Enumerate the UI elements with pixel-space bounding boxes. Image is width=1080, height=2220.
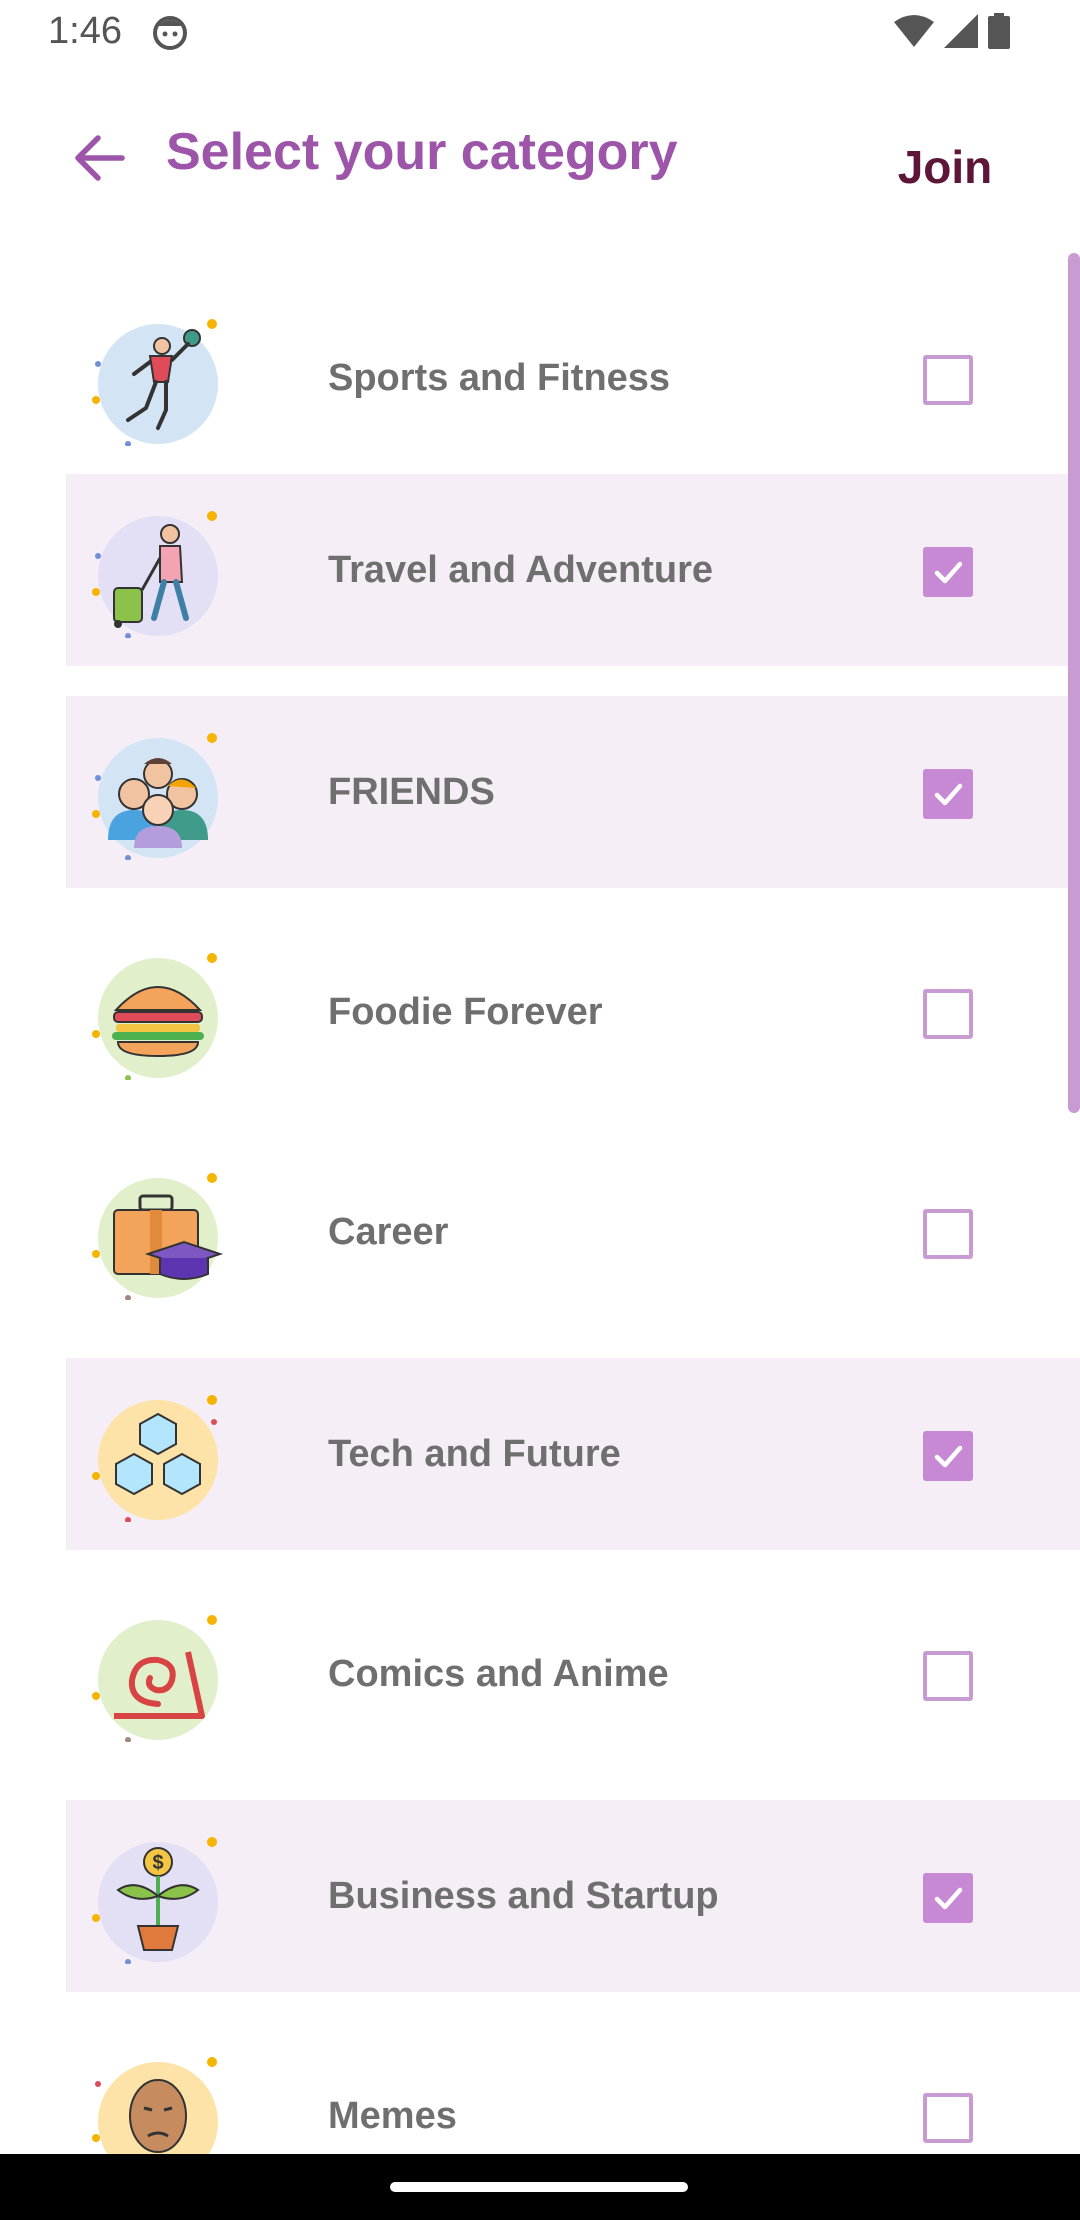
category-row[interactable]: Travel and Adventure xyxy=(66,474,1080,666)
list-scrollbar[interactable] xyxy=(1068,253,1080,1113)
category-label: Tech and Future xyxy=(328,1432,621,1475)
category-checkbox[interactable] xyxy=(923,547,973,597)
svg-text:$: $ xyxy=(152,1852,163,1874)
back-button[interactable] xyxy=(64,124,136,196)
category-checkbox[interactable] xyxy=(923,989,973,1039)
status-bar: 1:46 xyxy=(0,0,1080,66)
money-plant-icon: $ xyxy=(88,1834,228,1965)
category-checkbox[interactable] xyxy=(923,1431,973,1481)
category-label: FRIENDS xyxy=(328,770,495,813)
face-notification-icon xyxy=(152,14,188,50)
wifi-icon xyxy=(894,14,934,53)
checkmark-icon xyxy=(934,1887,963,1910)
home-gesture-handle[interactable] xyxy=(390,2182,688,2192)
checkmark-icon xyxy=(934,561,963,584)
system-navigation-bar xyxy=(0,2154,1080,2220)
briefcase-graduation-cap-icon xyxy=(88,1170,228,1301)
signal-icon xyxy=(944,13,978,53)
category-label: Sports and Fitness xyxy=(328,356,671,399)
join-button[interactable]: Join xyxy=(880,134,1010,200)
category-list[interactable]: Sports and Fitness Travel and Adventure xyxy=(0,250,1080,2154)
meme-face-icon xyxy=(88,2054,228,2154)
page-title: Select your category xyxy=(166,123,678,181)
status-time: 1:46 xyxy=(48,10,122,52)
category-checkbox[interactable] xyxy=(923,1873,973,1923)
battery-icon xyxy=(988,12,1010,54)
category-checkbox[interactable] xyxy=(923,2093,973,2143)
burger-icon xyxy=(88,950,228,1081)
category-label: Memes xyxy=(328,2094,457,2137)
category-checkbox[interactable] xyxy=(923,769,973,819)
category-row[interactable]: Sports and Fitness xyxy=(66,282,1080,474)
group-of-friends-icon xyxy=(88,730,228,861)
category-label: Career xyxy=(328,1210,449,1253)
cubes-icon xyxy=(88,1392,228,1523)
category-label: Foodie Forever xyxy=(328,990,603,1033)
category-row[interactable]: FRIENDS xyxy=(66,696,1080,888)
category-label: Travel and Adventure xyxy=(328,548,714,591)
category-checkbox[interactable] xyxy=(923,1651,973,1701)
app-header: Select your category Join xyxy=(0,66,1080,246)
category-row[interactable]: Career xyxy=(66,1136,1080,1328)
category-row[interactable]: Foodie Forever xyxy=(66,916,1080,1108)
category-row[interactable]: Memes xyxy=(66,2020,1080,2154)
volleyball-player-icon xyxy=(88,316,228,447)
category-row[interactable]: Tech and Future xyxy=(66,1358,1080,1550)
category-label: Business and Startup xyxy=(328,1874,719,1917)
category-checkbox[interactable] xyxy=(923,1209,973,1259)
arrow-left-icon xyxy=(72,130,128,191)
category-row[interactable]: $ Business and Startup xyxy=(66,1800,1080,1992)
traveler-luggage-icon xyxy=(88,508,228,639)
checkmark-icon xyxy=(934,783,963,806)
category-label: Comics and Anime xyxy=(328,1652,669,1695)
checkmark-icon xyxy=(934,1445,963,1468)
category-row[interactable]: Comics and Anime xyxy=(66,1578,1080,1770)
leaf-village-swirl-icon xyxy=(88,1612,228,1743)
category-checkbox[interactable] xyxy=(923,355,973,405)
